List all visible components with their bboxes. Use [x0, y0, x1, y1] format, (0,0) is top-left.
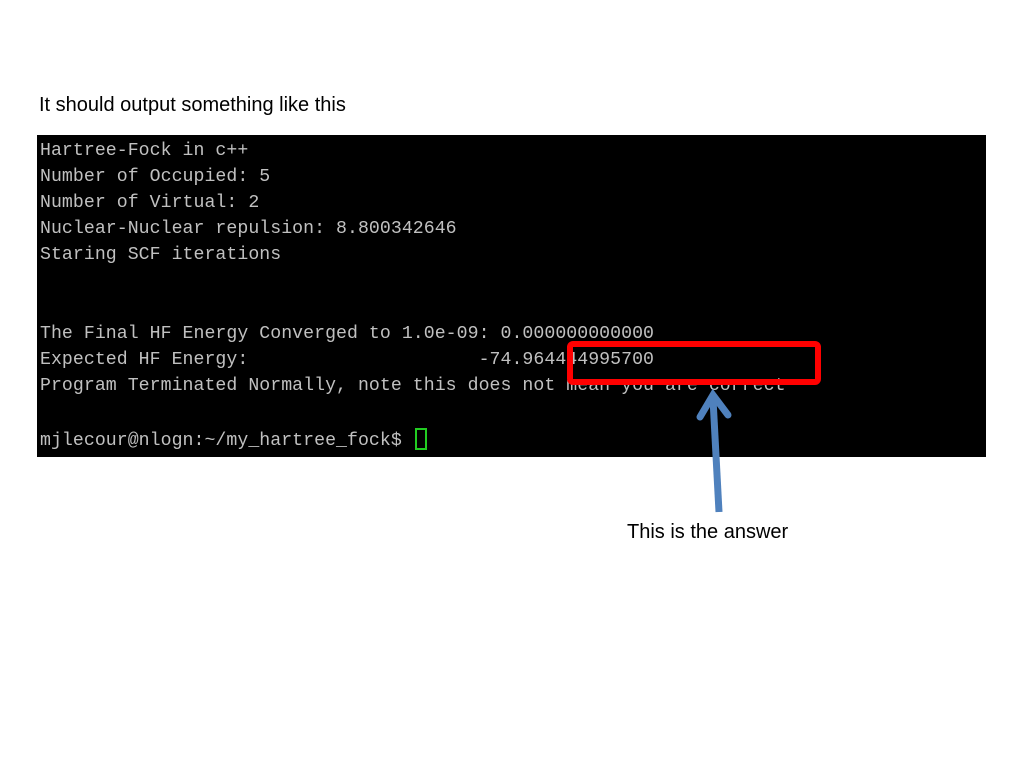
slide-caption: It should output something like this: [39, 94, 346, 116]
text-cursor: [414, 428, 427, 450]
terminal-window[interactable]: Hartree-Fock in c++ Number of Occupied: …: [37, 135, 986, 457]
terminal-line-virtual: Number of Virtual: 2: [40, 193, 260, 213]
answer-annotation-label: This is the answer: [627, 521, 789, 543]
terminal-line-expected: Expected HF Energy: -74.964444995700: [40, 350, 654, 370]
answer-highlight-box: [567, 341, 821, 385]
terminal-line-scf: Staring SCF iterations: [40, 245, 282, 265]
shell-prompt: mjlecour@nlogn:~/my_hartree_fock$: [40, 431, 413, 451]
terminal-line-repulsion: Nuclear-Nuclear repulsion: 8.800342646: [40, 219, 457, 239]
terminal-prompt-line[interactable]: mjlecour@nlogn:~/my_hartree_fock$: [40, 428, 427, 451]
up-arrow-icon: [696, 388, 732, 513]
terminal-line-occupied: Number of Occupied: 5: [40, 167, 271, 187]
terminal-line-title: Hartree-Fock in c++: [40, 141, 249, 161]
terminal-line-final-energy: The Final HF Energy Converged to 1.0e-09…: [40, 324, 654, 344]
